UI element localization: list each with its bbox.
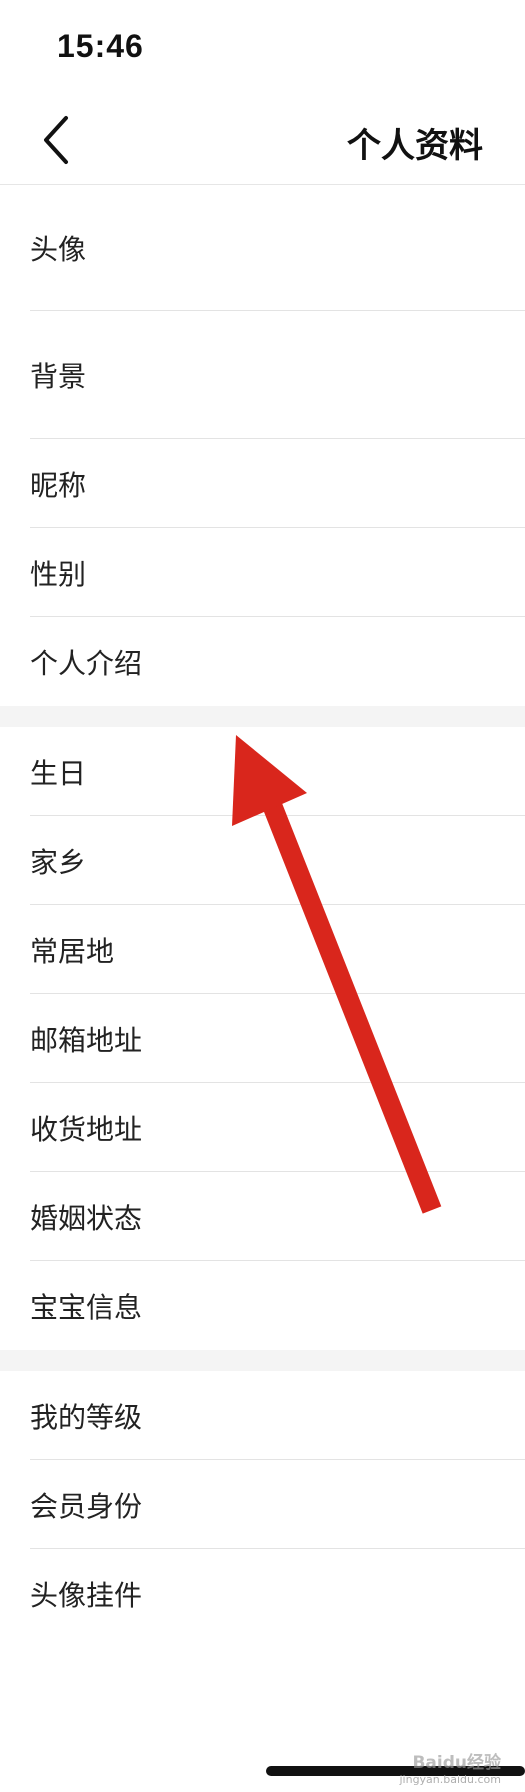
row-label: 头像 [30, 233, 87, 266]
row-label: 昵称 [30, 468, 87, 502]
section-gap [0, 1350, 525, 1371]
profile-section-details: 生日 家乡 常居地 邮箱地址 收货地址 婚姻状态 宝宝信息 [0, 727, 525, 1350]
row-residence[interactable]: 常居地 [0, 905, 525, 994]
page-title: 个人资料 [347, 126, 483, 166]
row-membership[interactable]: 会员身份 [0, 1460, 525, 1549]
row-label: 常居地 [30, 934, 115, 968]
row-birthday[interactable]: 生日 [0, 727, 525, 816]
profile-section-basic: 头像 背景 昵称 性别 个人介绍 [0, 185, 525, 706]
row-shipping-address[interactable]: 收货地址 [0, 1083, 525, 1172]
row-label: 生日 [30, 756, 87, 790]
row-label: 邮箱地址 [30, 1023, 143, 1057]
status-time: 15:46 [57, 28, 144, 64]
row-label: 个人介绍 [30, 646, 143, 680]
row-label: 背景 [30, 360, 87, 393]
row-gender[interactable]: 性别 [0, 528, 525, 617]
row-label: 头像挂件 [30, 1578, 143, 1612]
watermark-logo: Baidu经验 [412, 1753, 501, 1773]
row-my-level[interactable]: 我的等级 [0, 1371, 525, 1460]
row-label: 宝宝信息 [30, 1290, 143, 1324]
row-background[interactable]: 背景 [0, 311, 525, 439]
row-label: 会员身份 [30, 1489, 143, 1523]
chevron-left-icon [44, 116, 68, 164]
back-button[interactable] [36, 114, 84, 166]
row-marital-status[interactable]: 婚姻状态 [0, 1172, 525, 1261]
nav-bar: 个人资料 [0, 96, 525, 185]
row-bio[interactable]: 个人介绍 [0, 617, 525, 706]
row-email[interactable]: 邮箱地址 [0, 994, 525, 1083]
row-hometown[interactable]: 家乡 [0, 816, 525, 905]
status-bar: 15:46 [0, 0, 525, 96]
row-avatar[interactable]: 头像 [0, 185, 525, 311]
row-label: 我的等级 [30, 1400, 143, 1434]
row-label: 婚姻状态 [30, 1201, 143, 1235]
row-nickname[interactable]: 昵称 [0, 439, 525, 528]
row-label: 家乡 [30, 845, 87, 879]
watermark-url: jingyan.baidu.com [399, 1773, 501, 1786]
row-avatar-pendant[interactable]: 头像挂件 [0, 1549, 525, 1638]
row-baby-info[interactable]: 宝宝信息 [0, 1261, 525, 1350]
watermark: Baidu经验 jingyan.baidu.com [399, 1748, 501, 1786]
row-label: 收货地址 [30, 1112, 143, 1146]
profile-section-account: 我的等级 会员身份 头像挂件 [0, 1371, 525, 1638]
row-label: 性别 [30, 557, 87, 591]
section-gap [0, 706, 525, 727]
